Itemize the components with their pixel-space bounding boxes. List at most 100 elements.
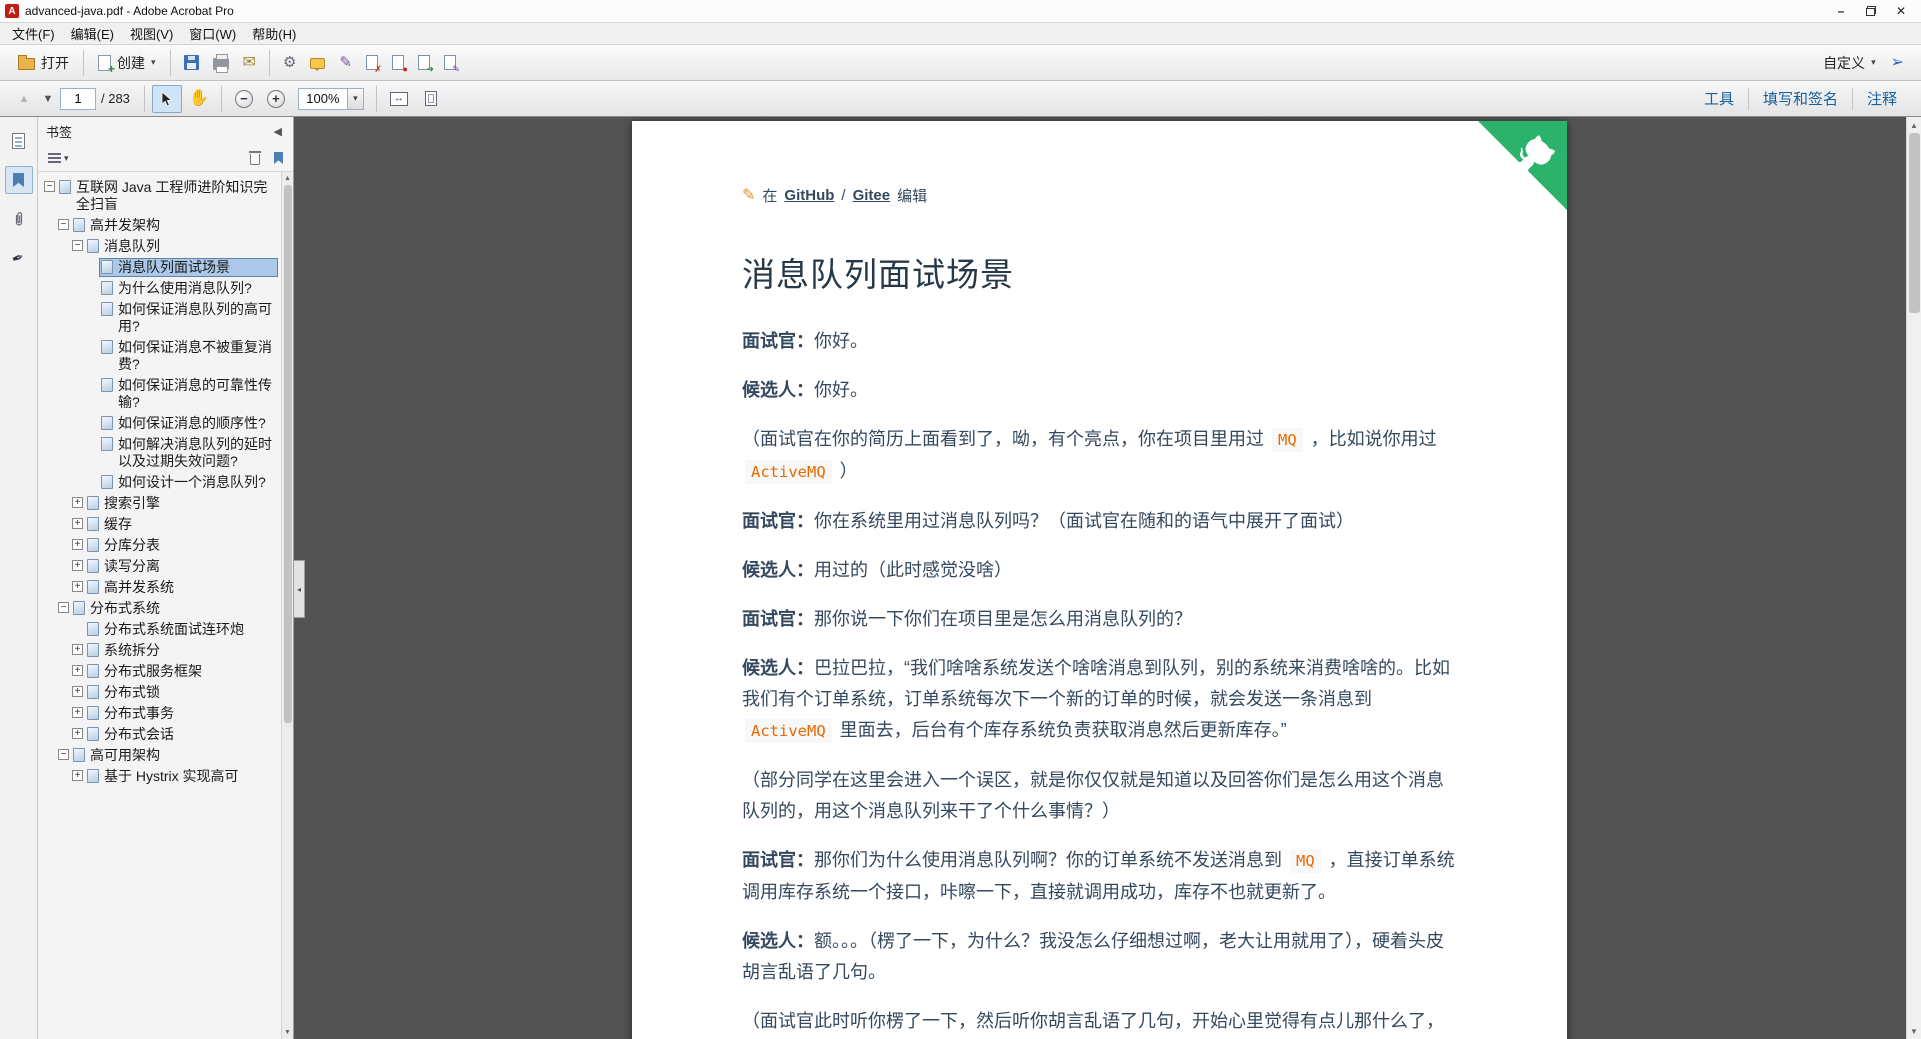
collapse-node-icon[interactable]: − [58, 602, 69, 613]
bookmark-hit-area[interactable]: 消息队列面试场景 [99, 258, 278, 277]
new-bookmark-button[interactable] [271, 150, 286, 166]
bookmark-hit-area[interactable]: 缓存 [86, 516, 277, 533]
scrollbar-thumb[interactable] [283, 185, 292, 723]
attachments-button[interactable] [5, 205, 33, 233]
next-page-button[interactable]: ▼ [36, 86, 60, 112]
bookmark-hit-area[interactable]: 高并发架构 [72, 217, 277, 234]
tools-link[interactable]: 工具 [1690, 88, 1748, 110]
bookmarks-button[interactable] [4, 166, 33, 194]
bookmark-hit-area[interactable]: 分布式锁 [86, 684, 277, 701]
open-button[interactable]: 打开 [10, 49, 77, 77]
bookmark-item[interactable]: 如何保证消息不被重复消费? [38, 337, 279, 375]
menu-item[interactable]: 窗口(W) [181, 22, 244, 45]
github-link[interactable]: GitHub [784, 187, 834, 204]
fit-page-button[interactable] [416, 85, 446, 113]
fit-width-button[interactable]: ↔ [384, 85, 414, 113]
bookmark-label[interactable]: 搜索引擎 [104, 495, 275, 512]
save-button[interactable] [177, 49, 206, 77]
bookmark-hit-area[interactable]: 如何解决消息队列的延时以及过期失效问题? [100, 436, 277, 470]
bookmark-hit-area[interactable]: 为什么使用消息队列? [100, 280, 277, 297]
expand-node-icon[interactable]: + [72, 728, 83, 739]
bookmark-item[interactable]: + 基于 Hystrix 实现高可 [38, 766, 279, 787]
expand-node-icon[interactable]: + [72, 770, 83, 781]
menu-item[interactable]: 帮助(H) [244, 22, 304, 45]
bookmark-item[interactable]: 如何保证消息的可靠性传输? [38, 375, 279, 413]
bookmark-label[interactable]: 高可用架构 [90, 747, 275, 764]
bookmark-label[interactable]: 分布式系统面试连环炮 [104, 621, 275, 638]
panel-collapse-handle[interactable]: ◂ [294, 560, 305, 618]
bookmark-item[interactable]: + 分布式服务框架 [38, 661, 279, 682]
fill-sign-button[interactable]: ✎ [332, 49, 359, 77]
bookmark-label[interactable]: 分库分表 [104, 537, 275, 554]
collapse-pane-button[interactable]: ◀ [271, 123, 285, 140]
bookmark-hit-area[interactable]: 系统拆分 [86, 642, 277, 659]
bookmark-hit-area[interactable]: 搜索引擎 [86, 495, 277, 512]
bookmark-hit-area[interactable]: 如何保证消息不被重复消费? [100, 339, 277, 373]
bookmarks-scrollbar[interactable]: ▲ ▼ [281, 172, 293, 1039]
minimize-button[interactable]: – [1826, 2, 1856, 21]
bookmark-hit-area[interactable]: 如何保证消息的可靠性传输? [100, 377, 277, 411]
delete-pages-button[interactable]: ✗ [359, 49, 385, 77]
customize-button[interactable]: 自定义 ▾ [1815, 49, 1884, 77]
insert-pages-button[interactable]: ➜ [411, 49, 437, 77]
previous-page-button[interactable]: ▲ [12, 86, 36, 112]
bookmark-hit-area[interactable]: 分布式服务框架 [86, 663, 277, 680]
bookmark-label[interactable]: 读写分离 [104, 558, 275, 575]
menu-item[interactable]: 编辑(E) [63, 22, 122, 45]
bookmark-hit-area[interactable]: 高并发系统 [86, 579, 277, 596]
bookmark-label[interactable]: 如何保证消息的可靠性传输? [118, 377, 275, 411]
edit-document-button[interactable]: ✎ [437, 49, 463, 77]
bookmark-hit-area[interactable]: 高可用架构 [72, 747, 277, 764]
fill-sign-link[interactable]: 填写和签名 [1747, 87, 1852, 110]
email-button[interactable]: ✉ [236, 49, 263, 77]
page-thumbnails-button[interactable] [5, 127, 33, 155]
delete-bookmark-button[interactable] [247, 149, 263, 167]
bookmark-label[interactable]: 分布式系统 [90, 600, 275, 617]
bookmark-item[interactable]: − 高可用架构 [38, 745, 279, 766]
document-scrollbar[interactable]: ▲ ▼ [1906, 117, 1921, 1039]
bookmark-item[interactable]: + 缓存 [38, 514, 279, 535]
comment-link[interactable]: 注释 [1851, 87, 1911, 110]
collapse-node-icon[interactable]: − [58, 749, 69, 760]
menu-item[interactable]: 文件(F) [4, 22, 63, 45]
bookmark-label[interactable]: 高并发系统 [104, 579, 275, 596]
expand-node-icon[interactable]: + [72, 497, 83, 508]
bookmark-item[interactable]: + 分库分表 [38, 535, 279, 556]
menu-item[interactable]: 视图(V) [122, 22, 181, 45]
print-button[interactable] [206, 49, 236, 77]
zoom-out-button[interactable]: − [229, 85, 259, 113]
scroll-up-icon[interactable]: ▲ [282, 172, 293, 185]
bookmark-label[interactable]: 分布式会话 [104, 726, 275, 743]
bookmark-label[interactable]: 如何解决消息队列的延时以及过期失效问题? [118, 436, 275, 470]
bookmark-label[interactable]: 消息队列面试场景 [118, 259, 275, 276]
expand-node-icon[interactable]: + [72, 665, 83, 676]
bookmark-hit-area[interactable]: 如何保证消息队列的高可用? [100, 301, 277, 335]
zoom-level-value[interactable]: 100% [297, 87, 348, 110]
bookmark-label[interactable]: 互联网 Java 工程师进阶知识完全扫盲 [76, 179, 275, 213]
expand-node-icon[interactable]: + [72, 707, 83, 718]
bookmark-hit-area[interactable]: 分布式事务 [86, 705, 277, 722]
select-tool-button[interactable] [151, 84, 182, 113]
bookmark-label[interactable]: 如何保证消息不被重复消费? [118, 339, 275, 373]
expand-node-icon[interactable]: + [72, 518, 83, 529]
expand-node-icon[interactable]: + [72, 581, 83, 592]
collapse-node-icon[interactable]: − [58, 219, 69, 230]
bookmark-label[interactable]: 分布式锁 [104, 684, 275, 701]
bookmark-options-button[interactable]: ▾ [45, 151, 72, 165]
create-button[interactable]: 创建 ▾ [90, 49, 164, 77]
comment-button[interactable] [303, 49, 332, 77]
bookmark-label[interactable]: 如何设计一个消息队列? [118, 474, 275, 491]
bookmark-item[interactable]: + 高并发系统 [38, 577, 279, 598]
bookmark-item[interactable]: 如何保证消息的顺序性? [38, 413, 279, 434]
bookmark-item[interactable]: + 系统拆分 [38, 640, 279, 661]
collapse-node-icon[interactable]: − [72, 240, 83, 251]
bookmark-hit-area[interactable]: 基于 Hystrix 实现高可 [86, 768, 277, 785]
expand-node-icon[interactable]: + [72, 644, 83, 655]
bookmark-item[interactable]: − 高并发架构 [38, 215, 279, 236]
scroll-down-icon[interactable]: ▼ [282, 1026, 293, 1039]
page-number-input[interactable] [60, 87, 96, 110]
bookmark-item[interactable]: + 搜索引擎 [38, 493, 279, 514]
restore-button[interactable] [1856, 2, 1886, 21]
bookmark-hit-area[interactable]: 如何设计一个消息队列? [100, 474, 277, 491]
expand-node-icon[interactable]: + [72, 539, 83, 550]
